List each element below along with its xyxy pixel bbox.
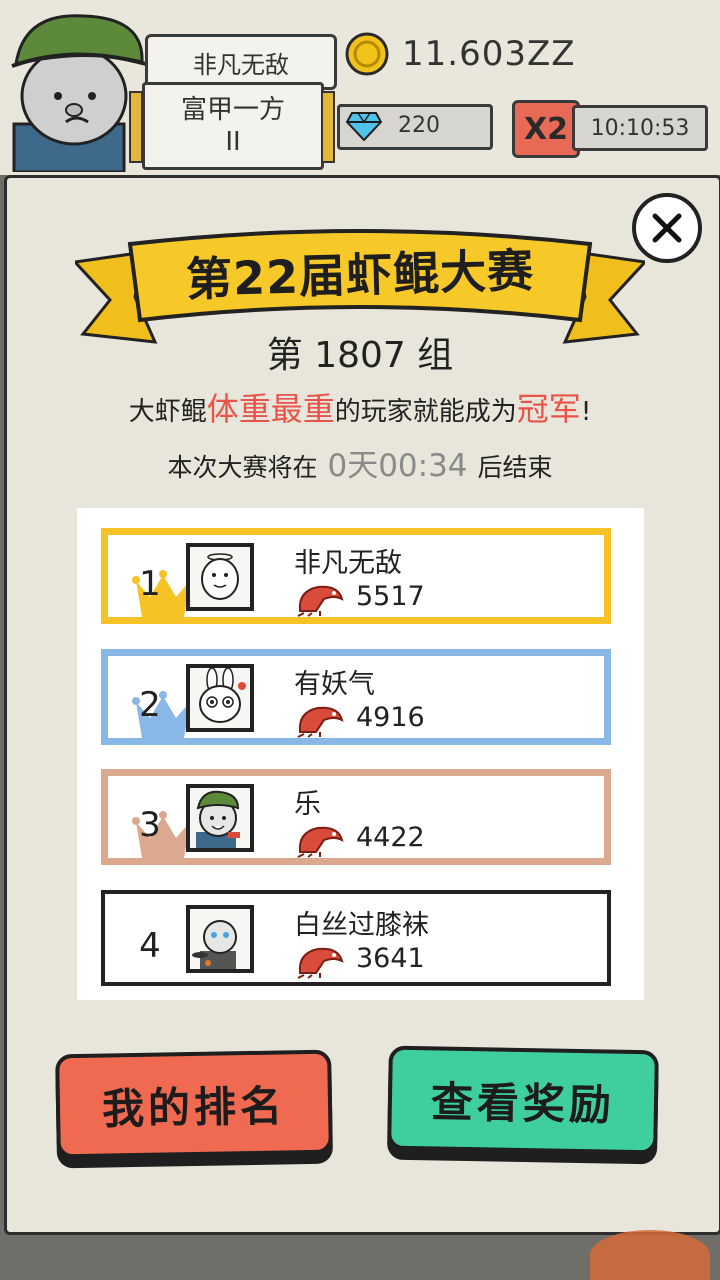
ranking-list[interactable]: 1 非凡无敌 5517 2 有妖气 4916 3 乐 4422 4 白丝过膝袜 … — [77, 508, 644, 1000]
rule-part2: 的玩家就能成为 — [334, 397, 517, 427]
ranking-row[interactable]: 3 乐 4422 — [101, 769, 611, 865]
shrimp-icon — [297, 947, 344, 979]
group-number: 1807 — [314, 335, 406, 376]
title-post-left — [129, 91, 143, 163]
boost-timer: 10:10:53 — [572, 105, 708, 151]
gem-counter[interactable]: 220 — [337, 104, 493, 150]
end-suffix: 后结束 — [477, 453, 553, 482]
player-name: 非凡无敌 — [294, 548, 402, 579]
avatar[interactable] — [186, 664, 254, 732]
coin-icon — [345, 32, 389, 76]
player-name: 有妖气 — [294, 669, 375, 700]
rule-highlight-weight: 体重最重 — [206, 390, 335, 428]
player-name: 白丝过膝袜 — [294, 910, 429, 941]
group-label: 第 1807 组 — [0, 326, 720, 378]
rank-number: 1 — [139, 564, 161, 604]
rank-badge: 4 — [122, 915, 178, 971]
shrimp-icon — [297, 585, 344, 617]
gem-amount: 220 — [398, 113, 440, 138]
shrimp-icon — [297, 706, 344, 738]
weight-value: 5517 — [356, 581, 425, 612]
countdown-value: 0天00:34 — [327, 448, 468, 484]
background-object — [590, 1230, 710, 1280]
contest-countdown: 本次大赛将在 0天00:34 后结束 — [0, 440, 720, 485]
group-prefix: 第 — [266, 335, 303, 376]
avatar[interactable] — [186, 784, 254, 852]
my-rank-button[interactable]: 我的排名 — [55, 1049, 333, 1159]
close-icon — [652, 213, 682, 243]
contest-rule: 大虾鲲体重最重的玩家就能成为冠军! — [0, 384, 720, 430]
avatar[interactable] — [186, 543, 254, 611]
coin-amount: 11.603ZZ — [402, 34, 576, 74]
title-line1: 富甲一方 — [180, 95, 285, 125]
rule-highlight-champion: 冠军 — [516, 390, 581, 428]
contest-title: 第22届虾鲲大赛 — [185, 243, 535, 307]
rank-number: 3 — [139, 805, 161, 845]
title-line2: II — [225, 127, 241, 157]
rank-number: 4 — [139, 926, 161, 966]
rank-badge: 2 — [122, 674, 194, 738]
player-name: 乐 — [294, 789, 321, 820]
weight-value: 4916 — [356, 702, 425, 733]
shrimp-icon — [297, 826, 344, 858]
end-prefix: 本次大赛将在 — [167, 453, 318, 482]
rank-badge: 1 — [122, 553, 194, 617]
ranking-row[interactable]: 2 有妖气 4916 — [101, 649, 611, 745]
rule-part3: ! — [580, 397, 592, 427]
rank-number: 2 — [139, 685, 161, 725]
ranking-row[interactable]: 1 非凡无敌 5517 — [101, 528, 611, 624]
weight-value: 4422 — [356, 822, 425, 853]
double-boost-badge[interactable]: X2 — [512, 100, 580, 158]
view-rewards-button[interactable]: 查看奖励 — [387, 1045, 659, 1155]
diamond-icon — [345, 111, 383, 142]
player-title: 富甲一方 II — [129, 82, 335, 170]
weight-value: 3641 — [356, 943, 425, 974]
ranking-row[interactable]: 4 白丝过膝袜 3641 — [101, 890, 611, 986]
avatar[interactable] — [186, 905, 254, 973]
title-post-right — [321, 91, 335, 163]
rule-part1: 大虾鲲 — [128, 397, 207, 427]
top-hud: 非凡无敌 富甲一方 II 11.603ZZ 220 X2 10:10:53 — [0, 0, 720, 175]
rank-badge: 3 — [122, 794, 194, 858]
group-suffix: 组 — [417, 335, 454, 376]
